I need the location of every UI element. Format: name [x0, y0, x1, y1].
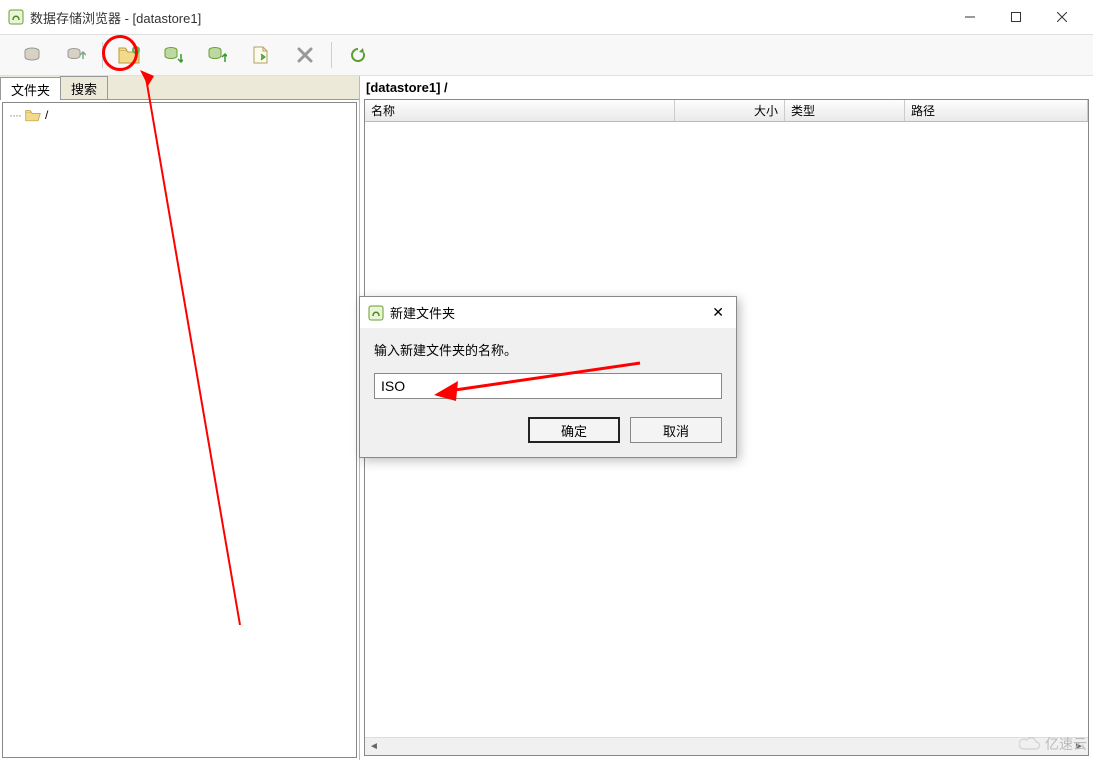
toolbar-separator	[331, 42, 332, 68]
tab-label: 搜索	[71, 79, 97, 98]
app-icon	[8, 9, 24, 25]
column-header-path[interactable]: 路径	[905, 100, 1088, 121]
cancel-button[interactable]: 取消	[630, 417, 722, 443]
dialog-body: 输入新建文件夹的名称。 确定 取消	[360, 328, 736, 457]
window-titlebar: 数据存储浏览器 - [datastore1]	[0, 0, 1093, 34]
tab-label: 文件夹	[11, 80, 50, 99]
new-folder-button[interactable]	[107, 37, 151, 73]
column-header-size[interactable]: 大小	[675, 100, 785, 121]
column-header-name[interactable]: 名称	[365, 100, 675, 121]
minimize-button[interactable]	[947, 2, 993, 32]
tab-search[interactable]: 搜索	[60, 76, 108, 99]
left-pane: 文件夹 搜索 ···· /	[0, 76, 360, 760]
move-file-button[interactable]	[239, 37, 283, 73]
dialog-buttons: 确定 取消	[374, 417, 722, 443]
upload-to-datastore-button[interactable]	[151, 37, 195, 73]
window-title: 数据存储浏览器 - [datastore1]	[30, 8, 947, 27]
tree-connector-icon: ····	[9, 108, 21, 122]
scroll-left-icon[interactable]: ◄	[365, 741, 383, 752]
dialog-app-icon	[368, 305, 384, 321]
horizontal-scrollbar[interactable]: ◄ ►	[365, 737, 1088, 755]
dialog-titlebar: 新建文件夹 ✕	[360, 297, 736, 328]
folder-tree[interactable]: ···· /	[2, 102, 357, 758]
current-path-label: [datastore1] /	[364, 76, 1093, 99]
dialog-title: 新建文件夹	[390, 303, 708, 322]
folder-name-input[interactable]	[374, 373, 722, 399]
tab-folders[interactable]: 文件夹	[0, 77, 61, 100]
window-controls	[947, 2, 1085, 32]
dialog-close-button[interactable]: ✕	[708, 304, 728, 321]
up-level-button[interactable]	[54, 37, 98, 73]
watermark-cloud-icon	[1019, 736, 1041, 752]
delete-button[interactable]	[283, 37, 327, 73]
tree-root-item[interactable]: ···· /	[7, 107, 352, 123]
new-folder-dialog: 新建文件夹 ✕ 输入新建文件夹的名称。 确定 取消	[359, 296, 737, 458]
watermark-text: 亿速云	[1045, 734, 1087, 754]
left-pane-tabs: 文件夹 搜索	[0, 76, 359, 100]
datastore-info-button[interactable]	[10, 37, 54, 73]
close-button[interactable]	[1039, 2, 1085, 32]
maximize-button[interactable]	[993, 2, 1039, 32]
refresh-button[interactable]	[336, 37, 380, 73]
watermark: 亿速云	[1019, 734, 1087, 754]
toolbar	[0, 34, 1093, 76]
file-list-header: 名称 大小 类型 路径	[365, 100, 1088, 122]
folder-open-icon	[25, 108, 41, 122]
column-header-type[interactable]: 类型	[785, 100, 905, 121]
tree-item-label: /	[45, 108, 48, 122]
dialog-message: 输入新建文件夹的名称。	[374, 340, 722, 359]
download-from-datastore-button[interactable]	[195, 37, 239, 73]
ok-button[interactable]: 确定	[528, 417, 620, 443]
toolbar-separator	[102, 42, 103, 68]
